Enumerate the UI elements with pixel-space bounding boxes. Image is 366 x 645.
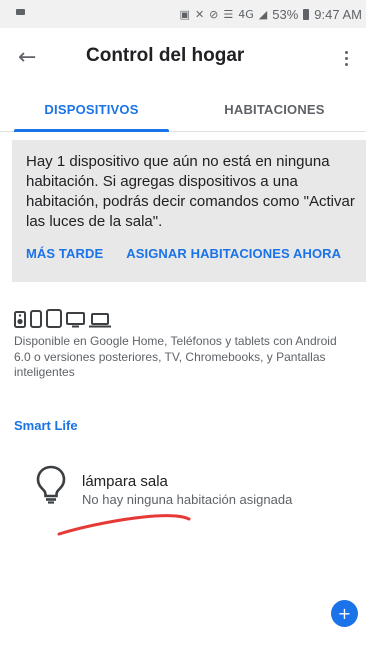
- back-arrow-icon[interactable]: ←: [18, 44, 46, 72]
- tab-rooms[interactable]: HABITACIONES: [183, 88, 366, 131]
- nfc-icon: ✕: [194, 7, 205, 21]
- tv-icon: [66, 312, 85, 328]
- banner-actions: MÁS TARDE ASIGNAR HABITACIONES AHORA: [26, 246, 341, 261]
- clock: 9:47 AM: [314, 6, 362, 22]
- assign-rooms-button[interactable]: ASIGNAR HABITACIONES AHORA: [126, 246, 341, 261]
- more-options-icon[interactable]: [338, 44, 354, 72]
- app-bar: ← Control del hogar: [0, 28, 366, 88]
- device-name: lámpara sala: [82, 473, 168, 490]
- speaker-icon: [14, 311, 26, 328]
- tab-bar: DISPOSITIVOS HABITACIONES: [0, 88, 366, 132]
- battery-icon: [303, 8, 310, 20]
- notification-icon: [16, 9, 25, 15]
- availability-text: Disponible en Google Home, Teléfonos y t…: [14, 334, 337, 379]
- tablet-icon: [46, 309, 62, 328]
- network-type-label: 4G: [238, 7, 254, 21]
- add-device-fab[interactable]: +: [331, 600, 358, 627]
- later-button[interactable]: MÁS TARDE: [26, 246, 103, 261]
- unassigned-device-banner: Hay 1 dispositivo que aún no está en nin…: [12, 140, 366, 282]
- banner-message: Hay 1 dispositivo que aún no está en nin…: [26, 153, 355, 230]
- battery-percent: 53%: [272, 6, 299, 22]
- lightbulb-icon: [36, 465, 66, 504]
- red-underline-annotation: [57, 514, 191, 536]
- wifi-icon: ☰: [223, 7, 234, 21]
- laptop-icon: [89, 313, 111, 328]
- device-types-row: [14, 304, 111, 328]
- alarm-icon: ⊘: [209, 7, 219, 21]
- status-indicators: ▣ ✕ ⊘ ☰ 4G ◢ 53% 9:47 AM: [180, 6, 362, 22]
- cast-icon: ▣: [179, 7, 190, 21]
- device-room-status: No hay ninguna habitación asignada: [82, 492, 293, 507]
- phone-icon: [30, 310, 42, 328]
- tab-devices[interactable]: DISPOSITIVOS: [0, 88, 183, 132]
- page-title: Control del hogar: [86, 45, 245, 66]
- status-bar: ▣ ✕ ⊘ ☰ 4G ◢ 53% 9:47 AM: [0, 0, 366, 28]
- section-header-smart-life: Smart Life: [14, 418, 78, 433]
- signal-icon: ◢: [258, 7, 268, 21]
